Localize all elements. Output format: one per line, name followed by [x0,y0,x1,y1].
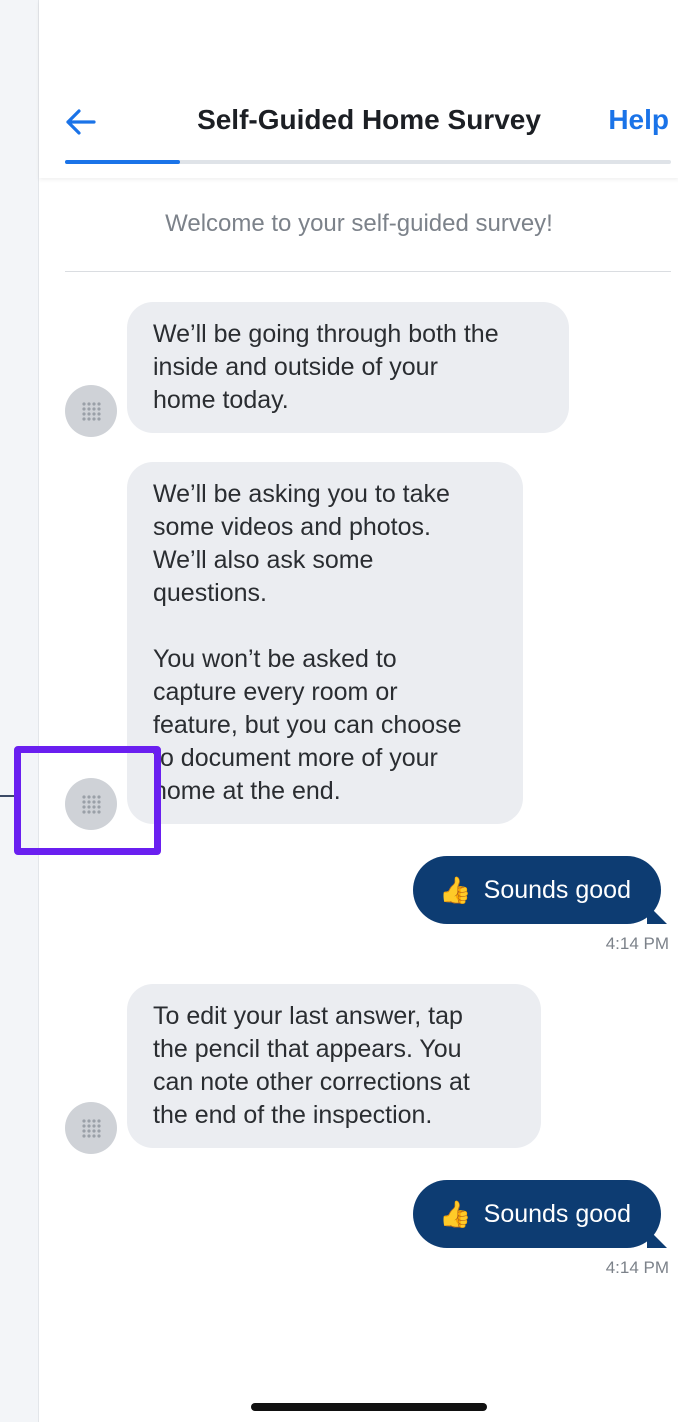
page-title: Self-Guided Home Survey [197,104,541,135]
bot-message-bubble: We’ll be asking you to take some videos … [127,462,523,824]
keypad-dots-icon [82,402,101,421]
header-bar: Self-Guided Home Survey Help [39,0,678,178]
bot-avatar [65,778,117,830]
bot-message-bubble: We’ll be going through both the inside a… [127,302,569,433]
help-link[interactable]: Help [608,104,669,136]
thumbs-up-icon: 👍 [439,874,472,905]
thumbs-up-icon: 👍 [439,1198,472,1229]
user-reply-bubble[interactable]: 👍 Sounds good [413,1180,667,1248]
back-button[interactable] [59,100,103,144]
progress-bar-fill [65,160,181,164]
bubble-tail [647,904,667,924]
bot-message-bubble: To edit your last answer, tap the pencil… [127,984,541,1148]
message-timestamp: 4:14 PM [605,1258,669,1277]
annotation-leader-line [0,795,14,797]
bot-avatar [65,1102,117,1154]
arrow-left-icon [66,109,96,135]
bubble-tail [647,1228,667,1248]
message-timestamp: 4:14 PM [605,934,669,953]
keypad-dots-icon [82,795,101,814]
phone-screen: Self-Guided Home Survey Help Welcome to … [38,0,678,1422]
progress-bar [65,160,671,164]
divider [65,271,671,272]
user-reply-text: Sounds good [483,1199,631,1228]
keypad-dots-icon [82,1119,101,1138]
user-reply-bubble[interactable]: 👍 Sounds good [413,856,667,924]
bot-avatar [65,385,117,437]
welcome-message: Welcome to your self-guided survey! [165,210,553,237]
user-reply-text: Sounds good [483,875,631,904]
home-indicator[interactable] [251,1403,487,1411]
